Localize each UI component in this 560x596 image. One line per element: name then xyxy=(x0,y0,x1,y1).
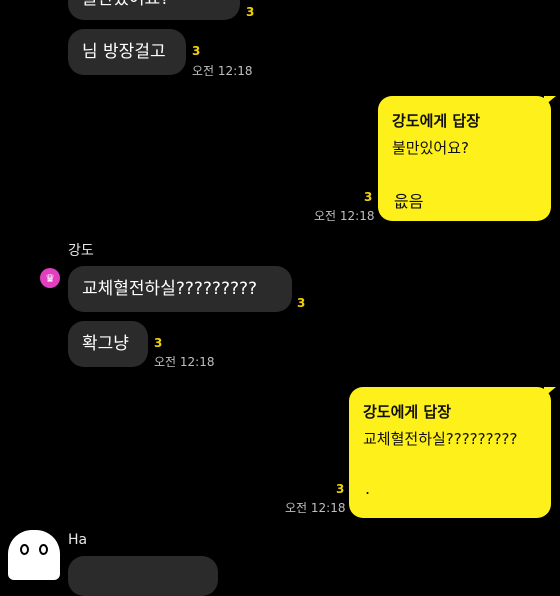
sender-name: Ha xyxy=(68,532,88,548)
message-bubble[interactable] xyxy=(68,556,218,596)
eye-icon xyxy=(20,544,29,555)
quoted-text: 교체혈전하실????????? xyxy=(363,430,518,448)
timestamp: 오전 12:18 xyxy=(314,209,375,223)
unread-count: 3 xyxy=(154,336,163,350)
reply-header: 강도에게 답장 xyxy=(392,112,481,130)
message-text: . xyxy=(365,479,371,498)
reply-bubble[interactable]: 강도에게 답장 교체혈전하실????????? . xyxy=(349,387,551,518)
timestamp: 오전 12:18 xyxy=(285,501,346,515)
message-text: 교체혈전하실????????? xyxy=(82,279,258,299)
message-bubble[interactable]: 교체혈전하실????????? xyxy=(68,266,292,312)
timestamp: 오전 12:18 xyxy=(192,64,253,78)
bubble-tail xyxy=(544,96,556,106)
crown-icon: ♛ xyxy=(40,268,60,288)
message-bubble[interactable]: 불만있어요? xyxy=(68,0,240,20)
message-text: 님 방장걸고 xyxy=(82,42,166,62)
message-text: 확그냥 xyxy=(82,334,129,354)
unread-count: 3 xyxy=(192,44,201,58)
unread-count: 3 xyxy=(364,190,373,204)
avatar[interactable] xyxy=(8,530,60,580)
eye-icon xyxy=(39,544,48,555)
reply-bubble[interactable]: 강도에게 답장 불만있어요? 읎음 xyxy=(378,96,551,221)
message-text: 읎음 xyxy=(394,192,424,211)
sender-name: 강도 xyxy=(68,243,94,259)
message-bubble[interactable]: 확그냥 xyxy=(68,321,148,367)
message-text: 불만있어요? xyxy=(82,0,169,9)
unread-count: 3 xyxy=(297,296,306,310)
unread-count: 3 xyxy=(336,482,345,496)
bubble-tail xyxy=(544,387,556,397)
reply-header: 강도에게 답장 xyxy=(363,403,452,421)
unread-count: 3 xyxy=(246,5,255,19)
quoted-text: 불만있어요? xyxy=(392,139,469,157)
timestamp: 오전 12:18 xyxy=(154,355,215,369)
message-bubble[interactable]: 님 방장걸고 xyxy=(68,29,186,75)
